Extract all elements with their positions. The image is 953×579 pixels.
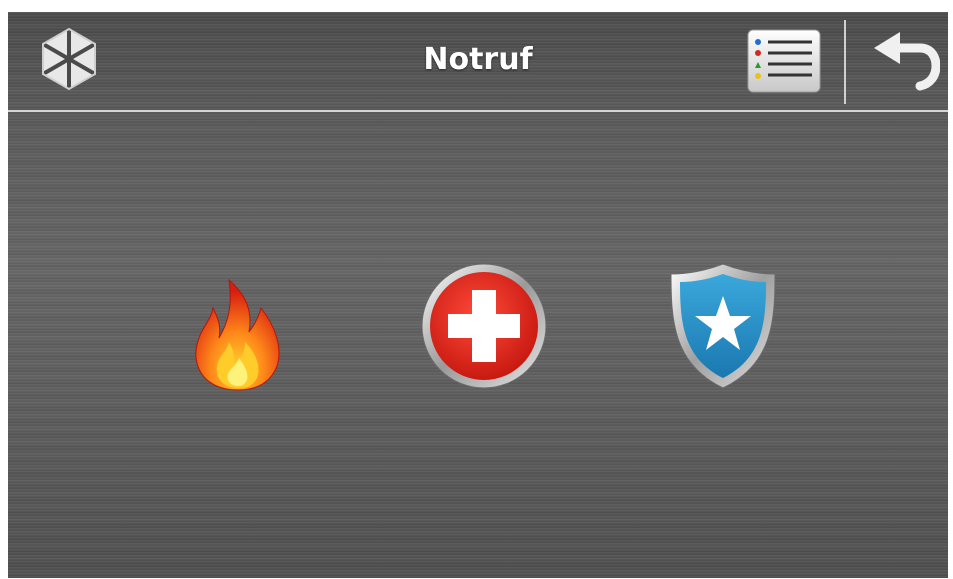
medical-cross-icon: [421, 263, 547, 389]
fire-icon: [195, 278, 280, 391]
police-alarm-button[interactable]: [663, 260, 783, 392]
back-arrow-icon[interactable]: [868, 26, 941, 96]
police-badge-icon: [670, 263, 776, 389]
fire-alarm-button[interactable]: [183, 264, 293, 394]
event-list-icon[interactable]: [744, 26, 824, 96]
header-divider: [8, 110, 948, 112]
header-separator: [844, 20, 846, 104]
satel-logo-icon[interactable]: [34, 24, 104, 94]
top-bar: Notruf: [8, 12, 948, 110]
medical-alarm-button[interactable]: [418, 260, 550, 392]
emergency-screen: Notruf: [8, 12, 948, 578]
page-title: Notruf: [423, 42, 533, 77]
